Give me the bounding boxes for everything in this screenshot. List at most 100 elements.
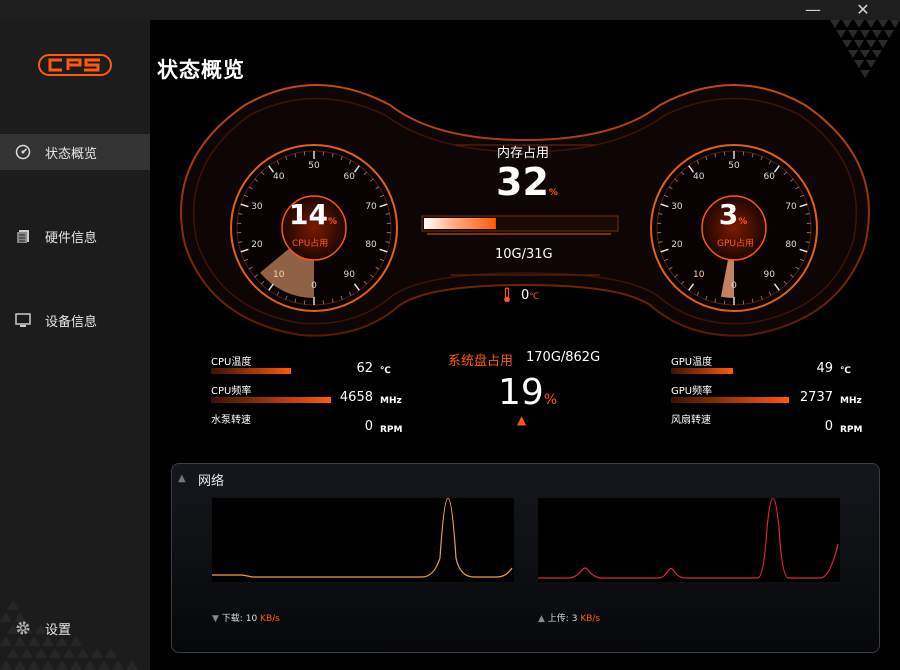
gpu-gauge-tick-label: 10	[692, 269, 705, 280]
disk-usage-number: 19	[498, 372, 544, 413]
pump-speed-unit: RPM	[380, 425, 403, 435]
sidebar-item-label: 硬件信息	[45, 230, 98, 246]
gpu-gauge-tick-label: 20	[671, 239, 683, 250]
thermometer-icon	[502, 287, 512, 307]
disk-label: 系统盘占用	[448, 354, 514, 369]
close-button[interactable]: ✕	[848, 0, 878, 20]
network-panel: ▲ 网络 ▼ 下载: 10 KB/s ▲ 上传: 3 KB/s	[171, 463, 880, 653]
cpu-gauge-tick-label: 50	[308, 161, 320, 171]
collapse-triangle-icon[interactable]: ▲	[178, 473, 186, 484]
gpu-temp-bar	[671, 368, 733, 374]
sidebar-item-hardware[interactable]: 硬件信息	[0, 218, 150, 254]
sidebar-item-settings[interactable]: 设置	[0, 610, 150, 646]
cpu-usage-label: CPU占用	[292, 239, 329, 249]
cpu-freq-value: 4658	[339, 390, 373, 405]
cpu-temp-label: CPU温度	[211, 357, 252, 368]
gauge-tick	[723, 300, 726, 305]
cpu-gauge-tick-label: 60	[343, 172, 355, 183]
gpu-freq-unit: MHz	[840, 396, 862, 406]
cpu-gauge-tick-label: 90	[343, 269, 355, 280]
temperature-unit: ℃	[529, 292, 540, 302]
sidebar-item-label: 设置	[45, 622, 72, 638]
cpu-usage-unit: %	[327, 217, 337, 227]
pump-speed-label: 水泵转速	[211, 415, 251, 426]
download-label: 下载:	[221, 614, 243, 624]
gpu-usage-unit: %	[738, 217, 748, 227]
gear-icon	[14, 619, 32, 637]
gauge-tick	[322, 300, 325, 305]
gpu-temp-label: GPU温度	[671, 357, 713, 368]
upload-value: 3	[571, 614, 578, 624]
gpu-freq-label: GPU频率	[671, 386, 713, 397]
disk-usage-unit: %	[543, 392, 558, 408]
upload-unit: KB/s	[580, 614, 601, 624]
cpu-freq-bar	[211, 397, 331, 403]
gpu-freq-value: 2737	[799, 390, 833, 405]
cpu-gauge-tick-label: 10	[272, 269, 285, 280]
cpu-gauge-tick-label: 70	[365, 202, 377, 213]
gpu-usage-number: 3	[718, 198, 739, 231]
cpu-gauge-tick-label: 40	[272, 172, 285, 183]
cpu-gauge-tick-label: 20	[251, 239, 263, 250]
cpu-freq-label: CPU频率	[211, 386, 252, 397]
upload-label: 上传:	[547, 614, 569, 624]
fan-speed-value: 0	[824, 419, 833, 434]
gpu-gauge-tick-label: 30	[671, 202, 683, 213]
download-value: 10	[245, 614, 258, 624]
gpu-temp-value: 49	[816, 361, 833, 376]
document-icon	[14, 227, 32, 245]
disk-detail: 170G/862G	[526, 350, 601, 365]
memory-usage-number: 32	[496, 160, 549, 204]
gpu-gauge-tick-label: 0	[731, 281, 737, 291]
cpu-gauge-tick-label: 30	[251, 202, 263, 213]
memory-usage-bar	[424, 218, 496, 229]
gauge-tick	[742, 300, 745, 305]
sidebar-item-status[interactable]: 状态概览	[0, 134, 150, 170]
disk-usage-value: 19%	[498, 372, 557, 413]
close-icon: ✕	[856, 0, 870, 19]
gpu-temp-unit: ℃	[840, 366, 851, 376]
gpu-gauge-tick-label: 50	[728, 161, 740, 171]
gpu-gauge-tick-label: 70	[785, 202, 797, 213]
gpu-usage-label: GPU占用	[717, 239, 754, 249]
memory-label: 内存占用	[497, 146, 550, 161]
upload-chart	[538, 498, 840, 582]
cpu-temp-unit: ℃	[380, 366, 391, 376]
cpu-freq-unit: MHz	[380, 396, 402, 406]
sidebar-item-label: 设备信息	[45, 314, 98, 330]
network-title: 网络	[198, 474, 225, 489]
gpu-freq-bar	[671, 397, 789, 403]
pump-speed-value: 0	[364, 419, 373, 434]
gpu-usage-value: 3%	[703, 198, 763, 231]
minimize-button[interactable]: —	[798, 0, 828, 20]
memory-detail: 10G/31G	[495, 247, 553, 262]
memory-usage-unit: %	[548, 188, 558, 198]
gauge-tick	[303, 151, 306, 156]
upload-readout: ▲ 上传: 3 KB/s	[538, 611, 600, 624]
disk-up-arrow-icon: ▲	[517, 413, 527, 427]
fan-speed-label: 风扇转速	[671, 415, 711, 426]
temperature-value: 0℃	[521, 288, 539, 303]
sidebar-item-label: 状态概览	[45, 146, 98, 162]
gpu-gauge-tick-label: 80	[785, 239, 797, 250]
download-line	[212, 498, 513, 578]
cpu-usage-number: 14	[289, 198, 328, 231]
gpu-gauge-tick-label: 90	[763, 269, 775, 280]
download-chart	[212, 498, 514, 582]
sidebar-item-device[interactable]: 设备信息	[0, 302, 150, 338]
gauge-tick	[723, 151, 726, 156]
gauge-tick	[322, 151, 325, 156]
minimize-icon: —	[805, 0, 821, 19]
cpu-gauge-tick-label: 0	[311, 281, 317, 291]
gpu-gauge-tick-label: 40	[692, 172, 705, 183]
monitor-icon	[14, 311, 32, 329]
upload-arrow-icon: ▲	[538, 614, 545, 624]
gauge-tick	[303, 300, 306, 305]
download-unit: KB/s	[260, 614, 280, 624]
gauge-tick	[742, 151, 745, 156]
cps-logo	[38, 54, 112, 76]
cpu-temp-bar	[211, 368, 291, 374]
cpu-usage-value: 14%	[278, 198, 348, 231]
speedometer-icon	[14, 143, 32, 161]
download-arrow-icon: ▼	[212, 614, 219, 624]
